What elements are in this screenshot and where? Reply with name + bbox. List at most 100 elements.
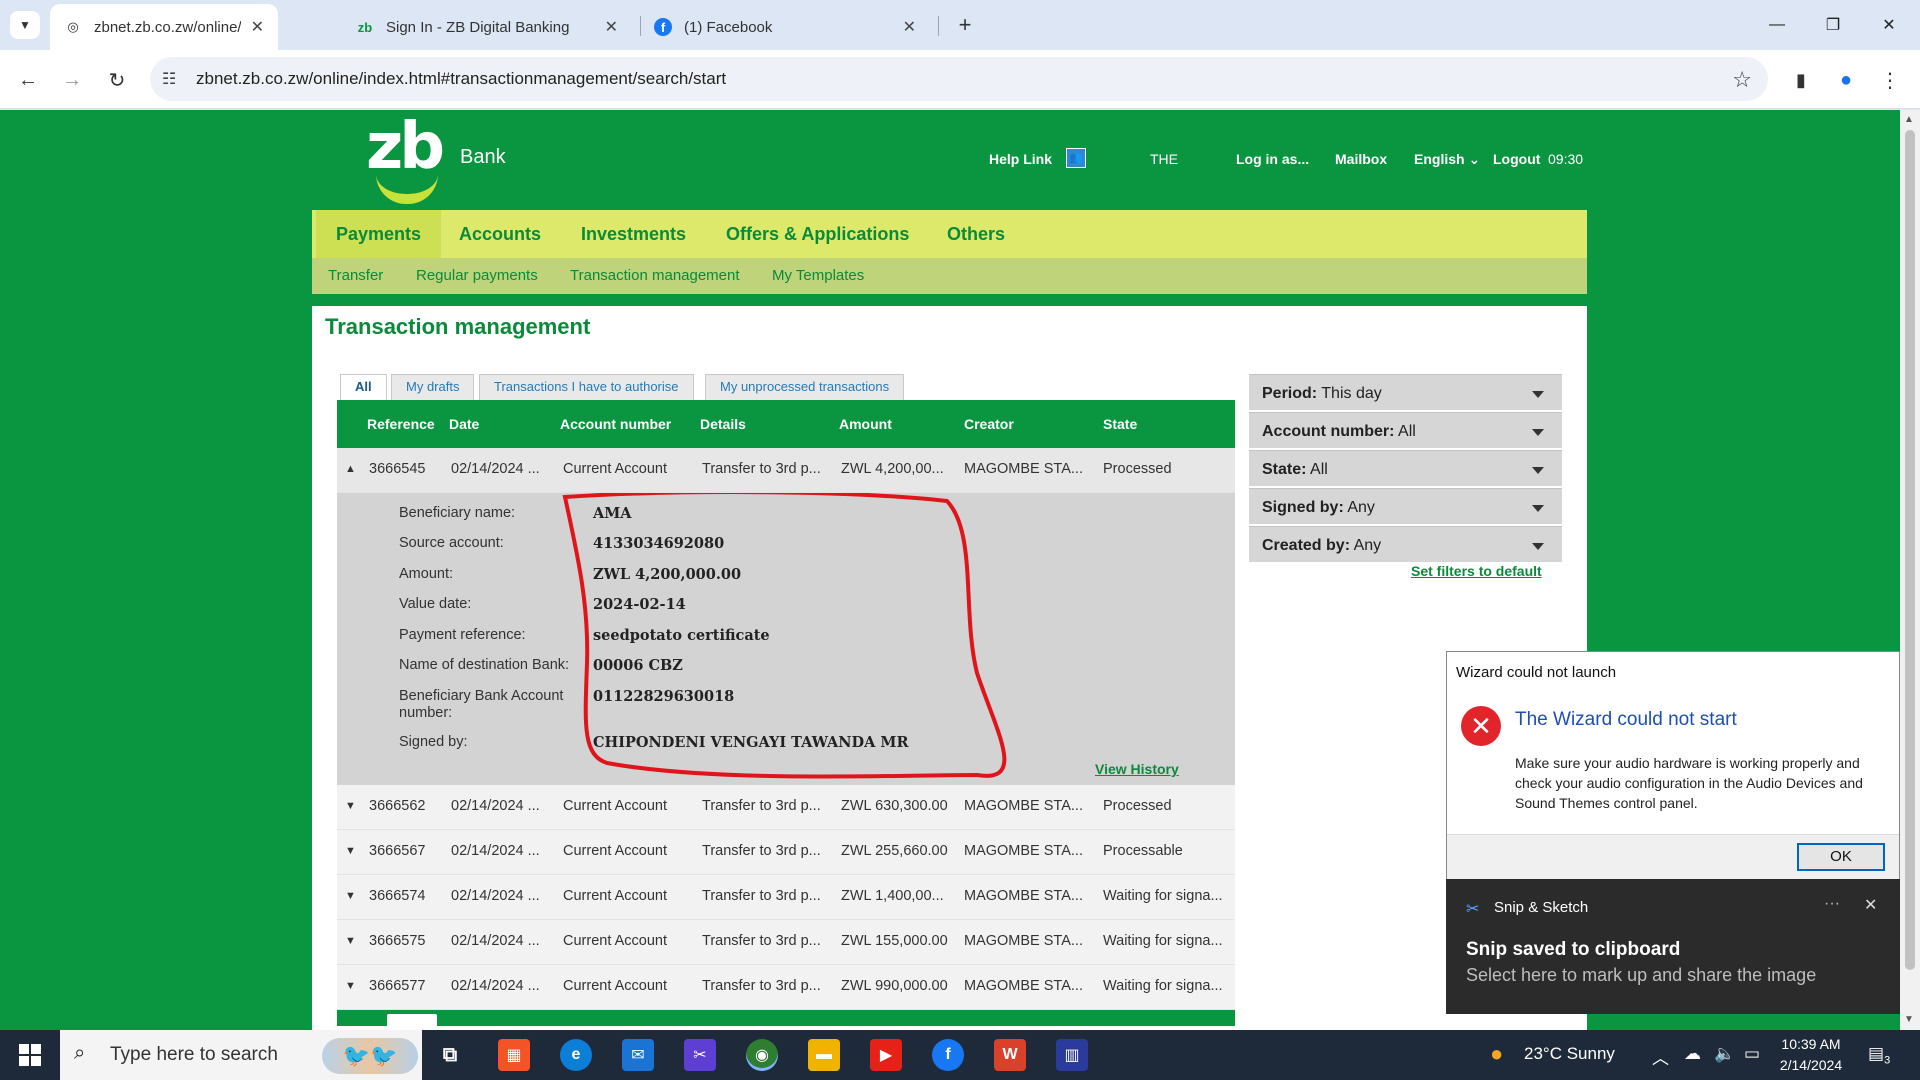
logo-text: zb: [366, 110, 445, 184]
expand-triangle-icon[interactable]: ▼: [345, 800, 356, 812]
scrollbar-thumb[interactable]: [1905, 130, 1915, 970]
weather-sun-icon[interactable]: ●: [1490, 1041, 1503, 1067]
browser-tab-zb-signin[interactable]: zb Sign In - ZB Digital Banking ✕: [342, 4, 632, 50]
restore-window-icon[interactable]: ❐: [1810, 10, 1856, 40]
table-row[interactable]: ▲ 3666545 02/14/2024 ... Current Account…: [337, 448, 1235, 493]
col-creator[interactable]: Creator: [964, 416, 1014, 432]
mailbox-link[interactable]: Mailbox: [1335, 151, 1387, 167]
volume-icon[interactable]: 🔈: [1714, 1044, 1735, 1064]
profile-avatar-icon[interactable]: ●: [1830, 64, 1862, 96]
table-row[interactable]: ▼ 3666575 02/14/2024 ... Current Account…: [337, 920, 1235, 965]
chrome-browser-icon[interactable]: ◉: [746, 1039, 778, 1071]
help-people-icon[interactable]: 👥: [1066, 148, 1086, 168]
address-bar[interactable]: ☷ zbnet.zb.co.zw/online/index.html#trans…: [150, 57, 1768, 101]
file-explorer-icon[interactable]: ▬: [808, 1039, 840, 1071]
expand-triangle-icon[interactable]: ▼: [345, 845, 356, 857]
col-reference[interactable]: Reference: [367, 416, 435, 432]
expand-triangle-icon[interactable]: ▼: [345, 980, 356, 992]
logout-link[interactable]: Logout: [1493, 151, 1540, 167]
microsoft-store-icon[interactable]: ▦: [498, 1039, 530, 1071]
log-in-as-link[interactable]: Log in as...: [1236, 151, 1309, 167]
tab-my-unprocessed[interactable]: My unprocessed transactions: [705, 374, 905, 400]
subnav-my-templates[interactable]: My Templates: [772, 258, 864, 294]
address-url[interactable]: zbnet.zb.co.zw/online/index.html#transac…: [196, 69, 726, 89]
expand-triangle-icon[interactable]: ▼: [345, 935, 356, 947]
tab-search-chevron-icon[interactable]: ▼: [10, 11, 40, 39]
network-icon[interactable]: ☁: [1684, 1044, 1701, 1064]
task-view-icon[interactable]: ⧉: [434, 1039, 466, 1071]
col-state[interactable]: State: [1103, 416, 1137, 432]
app-grid-icon[interactable]: ▥: [1056, 1039, 1088, 1071]
ok-button[interactable]: OK: [1797, 843, 1885, 871]
tray-chevron-up-icon[interactable]: ︿: [1652, 1044, 1669, 1069]
col-details[interactable]: Details: [700, 416, 746, 432]
notification-center-icon[interactable]: ▤3: [1868, 1044, 1890, 1066]
filter-state[interactable]: State: All: [1249, 450, 1562, 486]
battery-icon[interactable]: ▭: [1744, 1044, 1760, 1064]
browser-tab-facebook[interactable]: f (1) Facebook ✕: [640, 4, 930, 50]
subnav-transfer[interactable]: Transfer: [328, 258, 383, 294]
col-amount[interactable]: Amount: [839, 416, 892, 432]
tab-transactions-to-authorise[interactable]: Transactions I have to authorise: [479, 374, 694, 400]
language-selector[interactable]: English ⌄: [1414, 151, 1480, 168]
close-tab-icon[interactable]: ✕: [251, 17, 264, 37]
scroll-down-icon[interactable]: ▼: [1904, 1014, 1914, 1025]
col-account-number[interactable]: Account number: [560, 416, 671, 432]
browser-menu-kebab-icon[interactable]: ⋮: [1874, 64, 1906, 96]
windows-start-icon[interactable]: [0, 1030, 60, 1080]
nav-investments[interactable]: Investments: [561, 210, 706, 258]
page-size-select[interactable]: [387, 1014, 437, 1026]
filter-account-number[interactable]: Account number: All: [1249, 412, 1562, 448]
edge-browser-icon[interactable]: e: [560, 1039, 592, 1071]
tab-all[interactable]: All: [340, 374, 387, 400]
nav-others[interactable]: Others: [927, 210, 1025, 258]
nav-offers-applications[interactable]: Offers & Applications: [706, 210, 929, 258]
nav-payments[interactable]: Payments: [316, 210, 442, 258]
site-info-icon[interactable]: ☷: [162, 69, 176, 89]
page-scrollbar[interactable]: ▲ ▼: [1900, 110, 1920, 1030]
bookmark-star-icon[interactable]: ☆: [1732, 67, 1752, 93]
side-panel-icon[interactable]: ▮: [1785, 64, 1817, 96]
table-row[interactable]: ▼ 3666567 02/14/2024 ... Current Account…: [337, 830, 1235, 875]
more-options-icon[interactable]: ···: [1824, 895, 1840, 913]
close-tab-icon[interactable]: ✕: [605, 17, 618, 37]
help-link[interactable]: Help Link: [989, 151, 1052, 167]
search-highlights-birds-icon[interactable]: 🐦🐦: [322, 1038, 418, 1074]
tab-my-drafts[interactable]: My drafts: [391, 374, 475, 400]
filter-created-by[interactable]: Created by: Any: [1249, 526, 1562, 562]
collapse-triangle-icon[interactable]: ▲: [345, 463, 356, 475]
logo-smile-mark: [376, 174, 438, 204]
taskbar-search-box[interactable]: ⌕ Type here to search 🐦🐦: [60, 1030, 422, 1080]
new-tab-plus-icon[interactable]: +: [950, 10, 980, 40]
facebook-app-icon[interactable]: f: [932, 1039, 964, 1071]
browser-tab-zbnet[interactable]: ◎ zbnet.zb.co.zw/online/index.htm ✕: [50, 4, 278, 50]
taskbar-clock[interactable]: 10:39 AM 2/14/2024: [1769, 1034, 1853, 1076]
zb-logo[interactable]: zb: [366, 110, 452, 210]
back-arrow-icon[interactable]: ←: [12, 64, 44, 96]
expand-triangle-icon[interactable]: ▼: [345, 890, 356, 902]
subnav-transaction-management[interactable]: Transaction management: [570, 258, 740, 294]
nav-accounts[interactable]: Accounts: [439, 210, 561, 258]
filter-period[interactable]: Period: This day: [1249, 374, 1562, 410]
mail-icon[interactable]: ✉: [622, 1039, 654, 1071]
youtube-icon[interactable]: ▶: [870, 1039, 902, 1071]
filter-signed-by[interactable]: Signed by: Any: [1249, 488, 1562, 524]
close-window-icon[interactable]: ✕: [1866, 10, 1912, 40]
reload-icon[interactable]: ↻: [101, 64, 133, 96]
table-row[interactable]: ▼ 3666577 02/14/2024 ... Current Account…: [337, 965, 1235, 1010]
col-date[interactable]: Date: [449, 416, 479, 432]
set-filters-default-link[interactable]: Set filters to default: [1411, 563, 1542, 579]
minimize-window-icon[interactable]: —: [1754, 10, 1800, 40]
close-icon[interactable]: ✕: [1864, 895, 1877, 915]
wps-office-icon[interactable]: W: [994, 1039, 1026, 1071]
snip-sketch-app-icon[interactable]: ✂: [684, 1039, 716, 1071]
forward-arrow-icon[interactable]: →: [56, 64, 88, 96]
subnav-regular-payments[interactable]: Regular payments: [416, 258, 538, 294]
close-tab-icon[interactable]: ✕: [903, 17, 916, 37]
snip-sketch-notification[interactable]: ✂ Snip & Sketch ··· ✕ Snip saved to clip…: [1446, 879, 1900, 1014]
view-history-link[interactable]: View History: [1095, 761, 1179, 777]
scroll-up-icon[interactable]: ▲: [1904, 114, 1914, 125]
weather-text[interactable]: 23°C Sunny: [1524, 1044, 1615, 1064]
table-row[interactable]: ▼ 3666574 02/14/2024 ... Current Account…: [337, 875, 1235, 920]
table-row[interactable]: ▼ 3666562 02/14/2024 ... Current Account…: [337, 785, 1235, 830]
